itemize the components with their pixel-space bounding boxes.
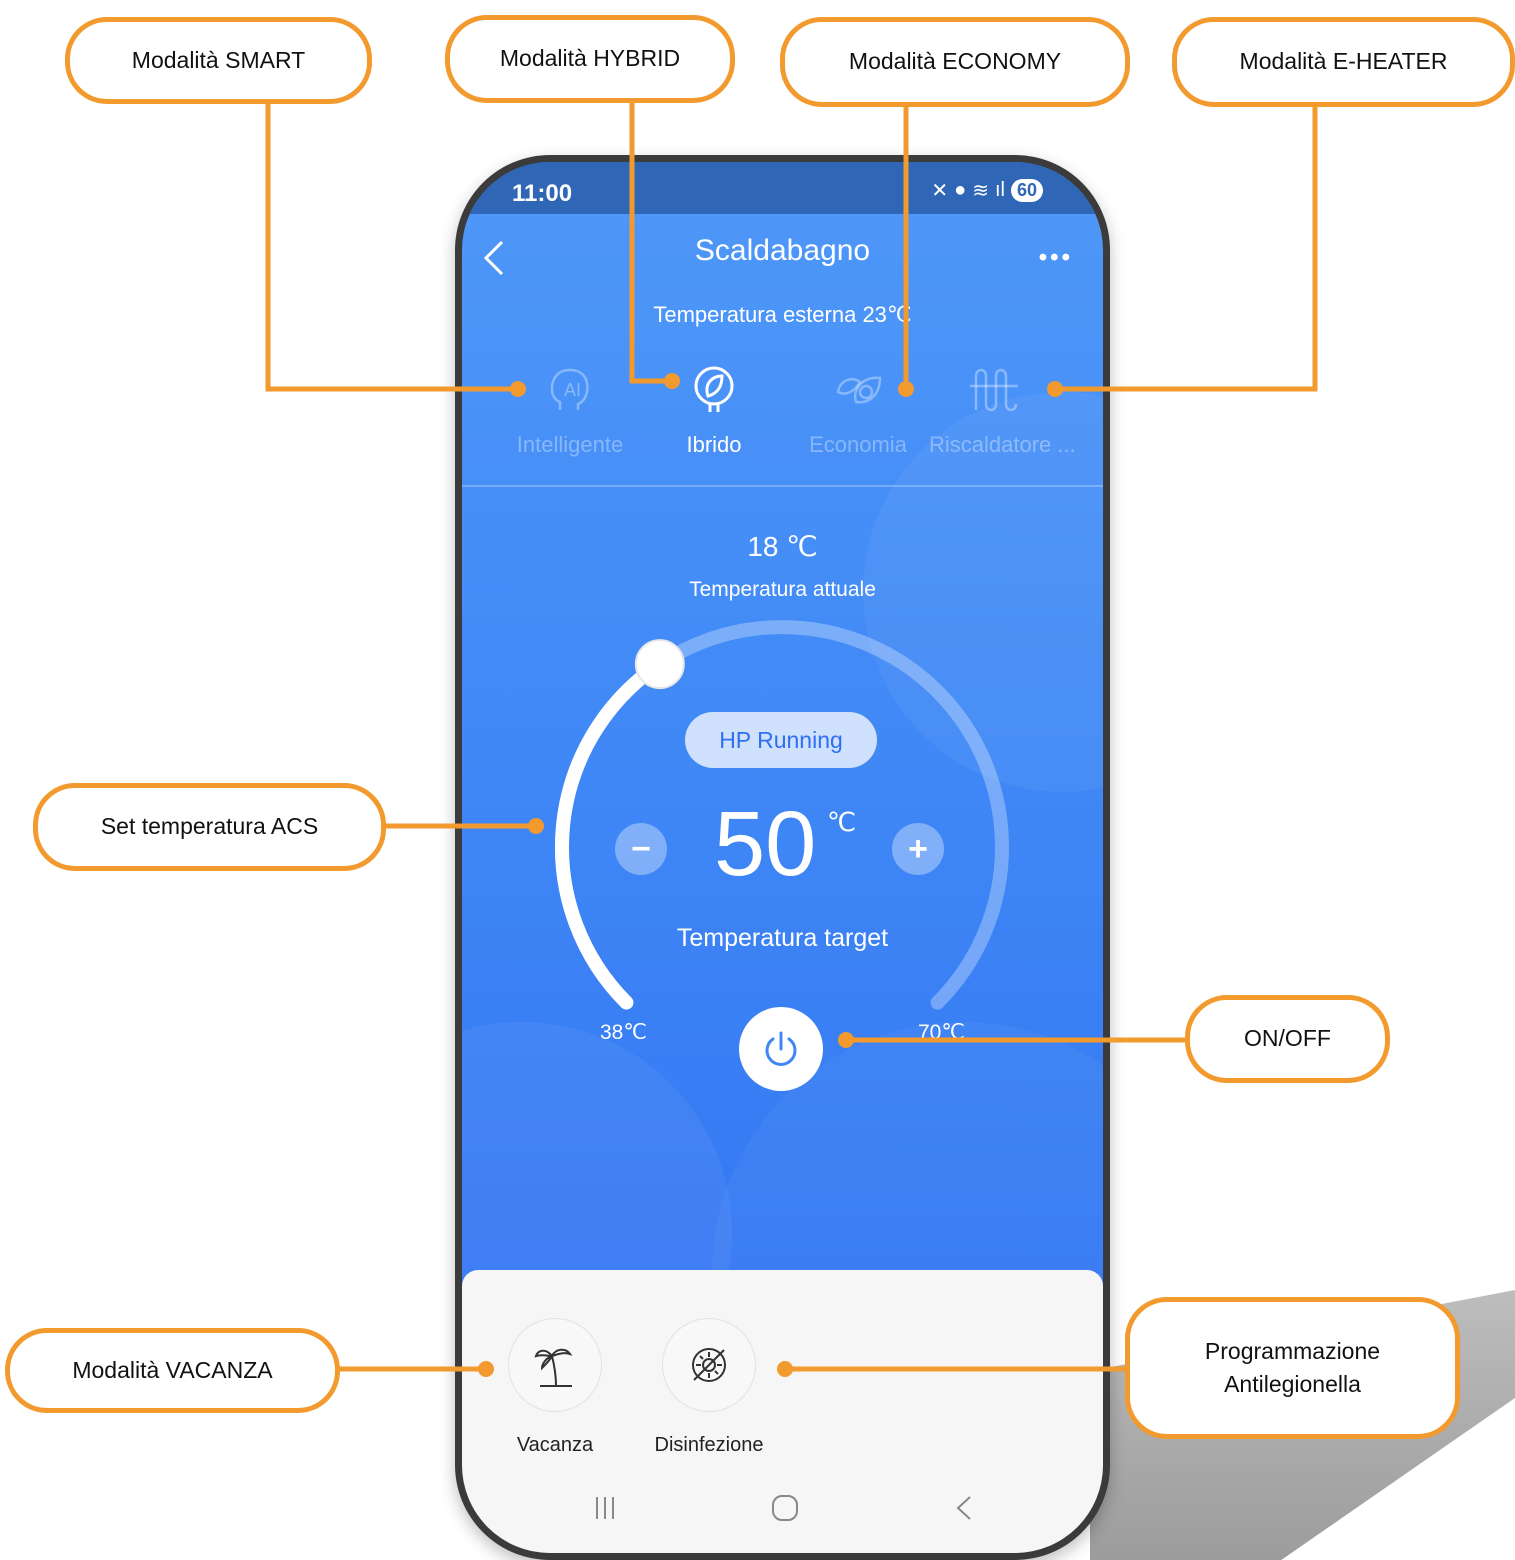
callout-economy: Modalità ECONOMY (780, 17, 1130, 107)
feature-icon-wrap (508, 1318, 602, 1412)
feature-disinfezione[interactable]: Disinfezione (634, 1318, 784, 1457)
callout-set-temp: Set temperatura ACS (33, 783, 386, 871)
bottom-panel: Vacanza Disinfezione (462, 1270, 1103, 1553)
callout-eheater: Modalità E-HEATER (1172, 17, 1515, 107)
callout-smart: Modalità SMART (65, 17, 372, 104)
feature-label: Vacanza (516, 1434, 594, 1456)
back-icon (956, 1496, 971, 1520)
feature-vacanza[interactable]: Vacanza (480, 1318, 630, 1457)
feature-label: Disinfezione (654, 1434, 764, 1456)
target-temperature-value: 50 (714, 793, 817, 895)
increase-temperature-button[interactable]: + (892, 823, 944, 875)
feature-icon-wrap (662, 1318, 756, 1412)
decrease-temperature-button[interactable]: − (615, 823, 667, 875)
target-temperature-unit: ℃ (827, 807, 857, 837)
back-button[interactable] (940, 1488, 990, 1528)
dial-max-label: 70℃ (918, 1021, 965, 1044)
dial-min-label: 38℃ (600, 1021, 647, 1044)
recent-apps-icon (596, 1497, 614, 1519)
dial-knob[interactable] (634, 639, 685, 690)
home-icon (772, 1495, 798, 1521)
palm-tree-icon (534, 1348, 573, 1387)
target-temperature-label: Temperatura target (676, 924, 889, 952)
app-screen: 11:00 ✕ ● ≋ ıl 60 Scaldabagno ••• Temper… (462, 162, 1103, 1553)
callout-vacanza: Modalità VACANZA (5, 1328, 340, 1413)
recent-apps-button[interactable] (580, 1488, 630, 1528)
callout-antilegionella: Programmazione Antilegionella (1125, 1297, 1460, 1439)
power-icon (765, 1031, 797, 1066)
status-badge: HP Running (685, 712, 877, 768)
callout-hybrid: Modalità HYBRID (445, 15, 735, 103)
home-button[interactable] (760, 1488, 810, 1528)
power-button[interactable] (739, 1007, 823, 1091)
disinfection-icon (692, 1348, 726, 1382)
callout-onoff: ON/OFF (1185, 995, 1390, 1083)
phone-frame: 11:00 ✕ ● ≋ ıl 60 Scaldabagno ••• Temper… (455, 155, 1110, 1560)
